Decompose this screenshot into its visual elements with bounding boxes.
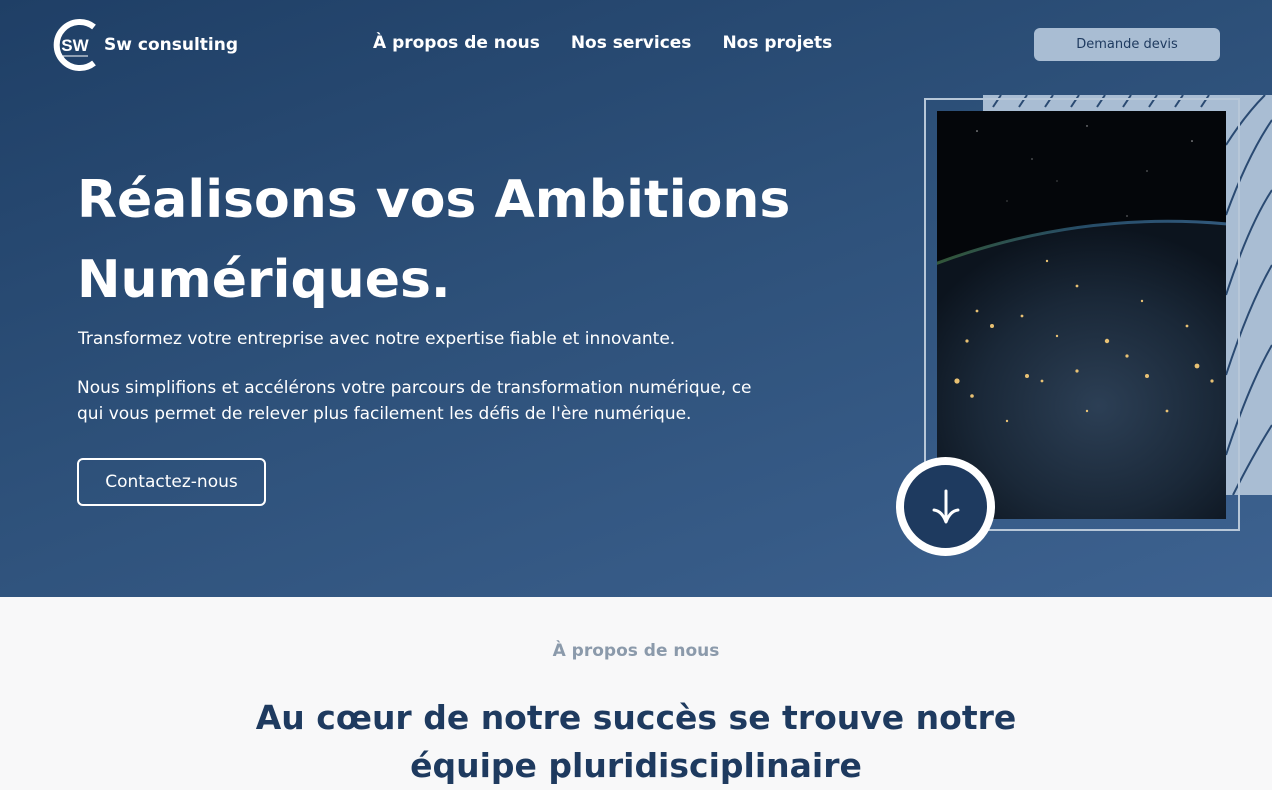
about-section-title: Au cœur de notre succès se trouve notre … — [255, 698, 1017, 785]
logo-icon: SW — [50, 18, 100, 72]
brand-logo[interactable]: SW Sw consulting — [50, 18, 238, 72]
hero-title: Réalisons vos Ambitions Numériques. — [77, 170, 791, 310]
hero-section: SW Sw consulting À propos de nous Nos se… — [0, 0, 1272, 597]
nav-link-projects[interactable]: Nos projets — [722, 33, 832, 53]
quote-request-button[interactable]: Demande devis — [1034, 28, 1220, 61]
nav-link-about[interactable]: À propos de nous — [373, 33, 540, 53]
nav-link-services[interactable]: Nos services — [571, 33, 692, 53]
brand-name: Sw consulting — [104, 35, 238, 55]
about-section-label: À propos de nous — [552, 641, 720, 661]
logo-letters: SW — [61, 36, 89, 55]
earth-at-night-image — [937, 111, 1226, 519]
scroll-down-button[interactable] — [896, 457, 995, 556]
contact-button[interactable]: Contactez-nous — [77, 458, 266, 506]
hero-subtitle: Transformez votre entreprise avec notre … — [78, 329, 676, 349]
arrow-down-icon — [932, 489, 959, 523]
hero-description: Nous simplifions et accélérons votre par… — [77, 378, 752, 424]
main-nav: À propos de nous Nos services Nos projet… — [373, 33, 863, 53]
